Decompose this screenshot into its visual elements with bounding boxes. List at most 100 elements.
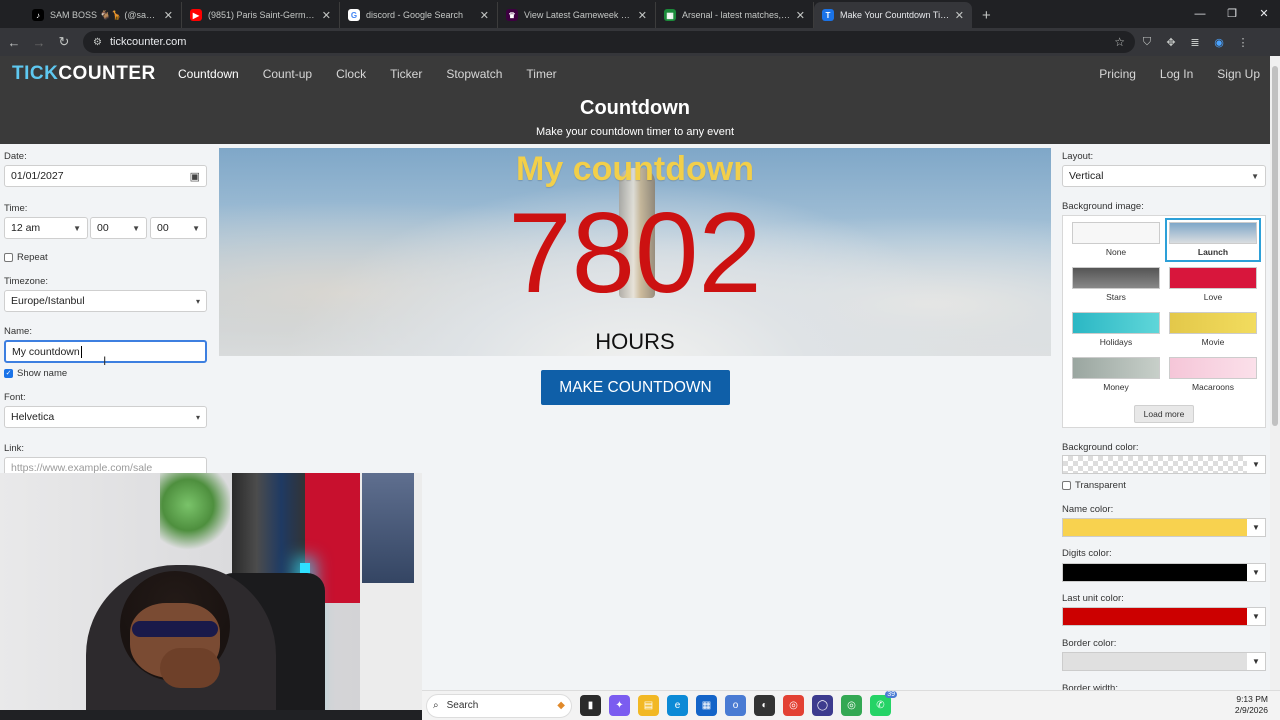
hour-select[interactable]: 12 am ▼ [4, 217, 88, 239]
nav-signup[interactable]: Sign Up [1217, 67, 1260, 81]
reload-icon[interactable]: ↻ [53, 34, 75, 50]
bg-thumb [1169, 267, 1257, 289]
repeat-checkbox[interactable]: Repeat [4, 252, 48, 263]
scrollbar-thumb[interactable] [1272, 66, 1278, 426]
nav-clock[interactable]: Clock [336, 67, 366, 81]
load-more-button[interactable]: Load more [1134, 405, 1194, 423]
notification-badge: 39 [885, 691, 897, 698]
bg-option-macaroons[interactable]: Macaroons [1167, 357, 1259, 392]
chrome-icon[interactable]: ◎ [783, 695, 804, 716]
task-view-icon[interactable]: ▮ [580, 695, 601, 716]
layout-select[interactable]: Vertical ▼ [1062, 165, 1266, 187]
bg-option-launch[interactable]: Launch [1165, 218, 1261, 262]
nav-ticker[interactable]: Ticker [390, 67, 422, 81]
page-scrollbar[interactable] [1270, 56, 1280, 690]
search-icon: ⌕ [433, 700, 439, 711]
store-icon[interactable]: ▦ [696, 695, 717, 716]
bg-option-none[interactable]: None [1070, 222, 1162, 257]
browser-tab[interactable]: ▦ Arsenal - latest matches, scores ✕ [656, 2, 814, 28]
border-color-label: Border color: [1062, 638, 1117, 649]
minute-select[interactable]: 00 ▼ [90, 217, 147, 239]
chrome-profile-icon[interactable]: ◎ [841, 695, 862, 716]
calendar-icon[interactable]: ▣ [190, 170, 200, 183]
nav-pricing[interactable]: Pricing [1099, 67, 1136, 81]
bg-color-picker[interactable]: ▼ [1062, 455, 1266, 474]
nav-login[interactable]: Log In [1160, 67, 1193, 81]
whatsapp-icon[interactable]: ✆ 39 [870, 691, 897, 716]
forward-icon[interactable]: → [28, 35, 50, 50]
checkbox-checked[interactable]: ✓ [4, 369, 13, 378]
close-icon[interactable]: ✕ [796, 9, 805, 22]
menu-icon[interactable]: ⋮ [1231, 36, 1255, 49]
close-icon[interactable]: ✕ [480, 9, 489, 22]
bg-label: Love [1203, 292, 1223, 302]
taskbar-search[interactable]: ⌕ Search ◆ [426, 693, 572, 718]
chevron-down-icon: ▼ [1247, 456, 1265, 473]
transparent-checkbox[interactable]: Transparent [1062, 480, 1126, 491]
border-color-picker[interactable]: ▼ [1062, 652, 1266, 671]
close-icon[interactable]: ✕ [955, 9, 964, 22]
bg-option-love[interactable]: Love [1167, 267, 1259, 302]
second-select[interactable]: 00 ▼ [150, 217, 207, 239]
hero: Countdown Make your countdown timer to a… [0, 92, 1270, 144]
show-name-checkbox[interactable]: ✓ Show name [4, 368, 67, 379]
restore-icon[interactable]: ❐ [1216, 0, 1248, 28]
profile-icon[interactable]: ◉ [1207, 36, 1231, 49]
tiktok-icon: ♪ [32, 9, 44, 21]
font-select[interactable]: Helvetica ▾ [4, 406, 207, 428]
name-color-label: Name color: [1062, 504, 1114, 515]
new-tab-icon[interactable]: + [972, 2, 991, 28]
date-input[interactable]: 01/01/2027 ▣ [4, 165, 207, 187]
browser-tab[interactable]: ♪ SAM BOSS 🐐🦒 (@sam.boss3 ✕ [24, 2, 182, 28]
last-unit-color-picker[interactable]: ▼ [1062, 607, 1266, 626]
outlook-icon[interactable]: o [725, 695, 746, 716]
steam-icon[interactable]: ◐ [754, 695, 775, 716]
chevron-down-icon: ▼ [1247, 564, 1265, 581]
shield-icon[interactable]: ⛉ [1135, 36, 1159, 49]
url-input[interactable]: ⚙ tickcounter.com ☆ [83, 31, 1135, 53]
close-icon[interactable]: ✕ [164, 9, 173, 22]
close-icon[interactable]: ✕ [638, 9, 647, 22]
close-icon[interactable]: ✕ [322, 9, 331, 22]
bg-option-money[interactable]: Money [1070, 357, 1162, 392]
bg-label: Money [1103, 382, 1129, 392]
browser-tab[interactable]: ♛ View Latest Gameweek Points | ✕ [498, 2, 656, 28]
transparent-label: Transparent [1075, 480, 1126, 491]
bg-image-label: Background image: [1062, 201, 1144, 212]
folder-icon[interactable]: ▤ [638, 695, 659, 716]
tickcounter-logo[interactable]: TICKCOUNTER [12, 63, 168, 85]
bg-thumb [1169, 222, 1257, 244]
preview-unit: HOURS [595, 329, 675, 354]
checkbox-box[interactable] [1062, 481, 1071, 490]
app-icon[interactable]: ◯ [812, 695, 833, 716]
close-window-icon[interactable]: ✕ [1248, 0, 1280, 28]
media-icon[interactable]: ≣ [1183, 36, 1207, 49]
back-icon[interactable]: ← [3, 35, 25, 50]
digits-color-picker[interactable]: ▼ [1062, 563, 1266, 582]
minimize-icon[interactable]: — [1184, 0, 1216, 28]
bookmark-star-icon[interactable]: ☆ [1114, 35, 1125, 49]
bg-option-holidays[interactable]: Holidays [1070, 312, 1162, 347]
browser-tab[interactable]: G discord - Google Search ✕ [340, 2, 498, 28]
browser-tab-active[interactable]: T Make Your Countdown Timer F ✕ [814, 2, 972, 28]
browser-tab[interactable]: ▶ (9851) Paris Saint-Germain (5-0 ✕ [182, 2, 340, 28]
copilot-icon[interactable]: ✦ [609, 695, 630, 716]
window-controls: — ❐ ✕ [1184, 0, 1280, 28]
bg-option-stars[interactable]: Stars [1070, 267, 1162, 302]
extensions-icon[interactable]: ✥ [1159, 36, 1183, 49]
site-info-icon[interactable]: ⚙ [93, 37, 102, 48]
bg-label: Stars [1106, 292, 1126, 302]
name-color-picker[interactable]: ▼ [1062, 518, 1266, 537]
link-label: Link: [4, 443, 25, 454]
taskbar-clock[interactable]: 9:13 PM 2/9/2026 [1235, 694, 1268, 716]
bg-label: Macaroons [1191, 382, 1235, 392]
nav-stopwatch[interactable]: Stopwatch [446, 67, 502, 81]
timezone-select[interactable]: Europe/Istanbul ▾ [4, 290, 207, 312]
nav-count-up[interactable]: Count-up [263, 67, 312, 81]
edge-icon[interactable]: e [667, 695, 688, 716]
bg-option-movie[interactable]: Movie [1167, 312, 1259, 347]
nav-countdown[interactable]: Countdown [178, 67, 239, 81]
checkbox-box[interactable] [4, 253, 13, 262]
nav-timer[interactable]: Timer [526, 67, 556, 81]
make-countdown-button[interactable]: MAKE COUNTDOWN [541, 370, 730, 405]
